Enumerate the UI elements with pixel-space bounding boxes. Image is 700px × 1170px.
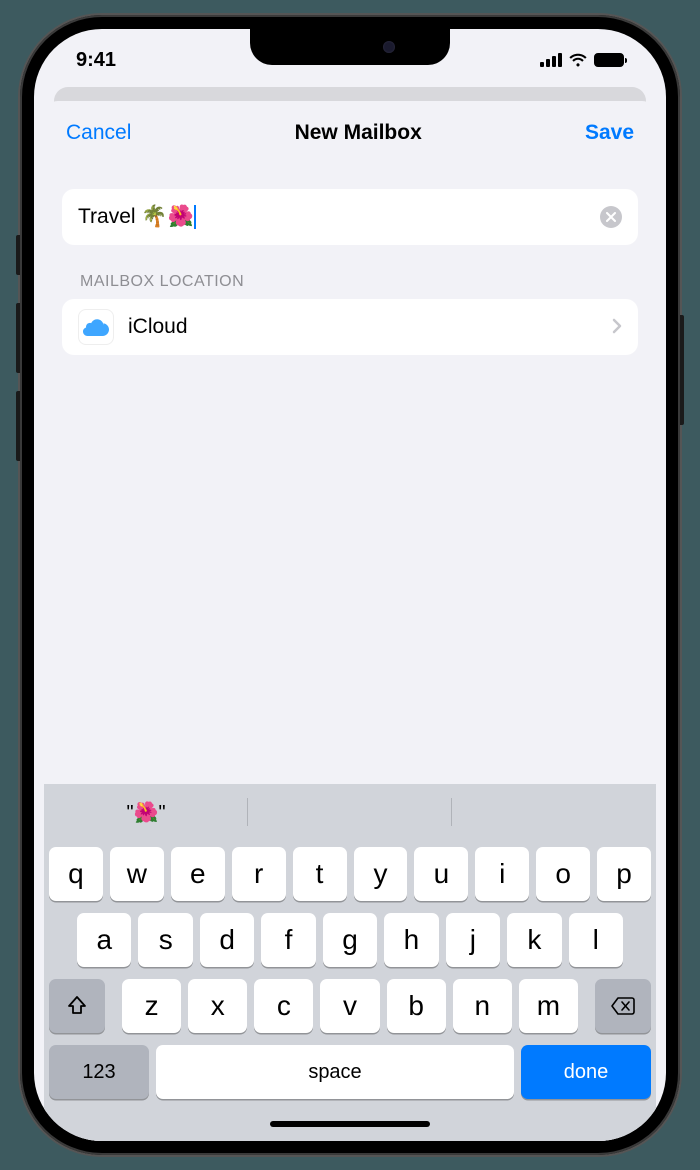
notch — [250, 29, 450, 65]
key-t[interactable]: t — [293, 847, 347, 901]
key-f[interactable]: f — [261, 913, 315, 967]
keyboard: q w e r t y u i o p a s d — [44, 840, 656, 1141]
text-cursor — [194, 205, 196, 229]
screen: 9:41 Cancel New Mailbox Save Travel 🌴🌺 — [34, 29, 666, 1141]
key-b[interactable]: b — [387, 979, 446, 1033]
key-l[interactable]: l — [569, 913, 623, 967]
cancel-button[interactable]: Cancel — [66, 121, 131, 145]
backspace-icon — [610, 996, 636, 1016]
home-indicator[interactable] — [270, 1121, 430, 1127]
device-frame: 9:41 Cancel New Mailbox Save Travel 🌴🌺 — [20, 15, 680, 1155]
backspace-key[interactable] — [595, 979, 651, 1033]
key-z[interactable]: z — [122, 979, 181, 1033]
numbers-key[interactable]: 123 — [49, 1045, 149, 1099]
key-y[interactable]: y — [354, 847, 408, 901]
key-c[interactable]: c — [254, 979, 313, 1033]
mailbox-name-input[interactable]: Travel 🌴🌺 — [78, 205, 194, 229]
save-button[interactable]: Save — [585, 121, 634, 145]
location-label: iCloud — [128, 315, 598, 339]
mailbox-location-row[interactable]: iCloud — [62, 299, 638, 355]
key-s[interactable]: s — [138, 913, 192, 967]
key-p[interactable]: p — [597, 847, 651, 901]
chevron-right-icon — [612, 314, 622, 340]
key-m[interactable]: m — [519, 979, 578, 1033]
key-n[interactable]: n — [453, 979, 512, 1033]
space-key[interactable]: space — [156, 1045, 514, 1099]
status-time: 9:41 — [76, 49, 116, 72]
key-x[interactable]: x — [188, 979, 247, 1033]
cellular-icon — [540, 53, 562, 67]
suggestion-3[interactable] — [452, 784, 656, 840]
battery-icon — [594, 53, 624, 67]
shift-icon — [66, 995, 88, 1017]
mailbox-name-field[interactable]: Travel 🌴🌺 — [62, 189, 638, 245]
key-v[interactable]: v — [320, 979, 379, 1033]
key-row-1: q w e r t y u i o p — [49, 847, 651, 901]
section-header: MAILBOX LOCATION — [80, 273, 638, 291]
key-d[interactable]: d — [200, 913, 254, 967]
key-u[interactable]: u — [414, 847, 468, 901]
key-j[interactable]: j — [446, 913, 500, 967]
key-h[interactable]: h — [384, 913, 438, 967]
page-title: New Mailbox — [295, 121, 422, 145]
nav-bar: Cancel New Mailbox Save — [44, 101, 656, 165]
key-w[interactable]: w — [110, 847, 164, 901]
return-key[interactable]: done — [521, 1045, 651, 1099]
key-row-4: 123 space done — [49, 1045, 651, 1099]
key-o[interactable]: o — [536, 847, 590, 901]
key-q[interactable]: q — [49, 847, 103, 901]
key-row-2: a s d f g h j k l — [49, 913, 651, 967]
keyboard-area: "🌺" q w e r t y u i o p — [44, 784, 656, 1141]
key-k[interactable]: k — [507, 913, 561, 967]
modal-sheet: Cancel New Mailbox Save Travel 🌴🌺 MAILBO… — [44, 101, 656, 1141]
shift-key[interactable] — [49, 979, 105, 1033]
suggestion-bar: "🌺" — [44, 784, 656, 840]
suggestion-1[interactable]: "🌺" — [44, 784, 248, 840]
wifi-icon — [568, 53, 588, 68]
key-g[interactable]: g — [323, 913, 377, 967]
key-row-3: z x c v b n m — [49, 979, 651, 1033]
key-e[interactable]: e — [171, 847, 225, 901]
key-r[interactable]: r — [232, 847, 286, 901]
suggestion-2[interactable] — [248, 784, 452, 840]
clear-text-button[interactable] — [600, 206, 622, 228]
x-icon — [606, 212, 616, 222]
key-a[interactable]: a — [77, 913, 131, 967]
key-i[interactable]: i — [475, 847, 529, 901]
icloud-icon — [78, 309, 114, 345]
